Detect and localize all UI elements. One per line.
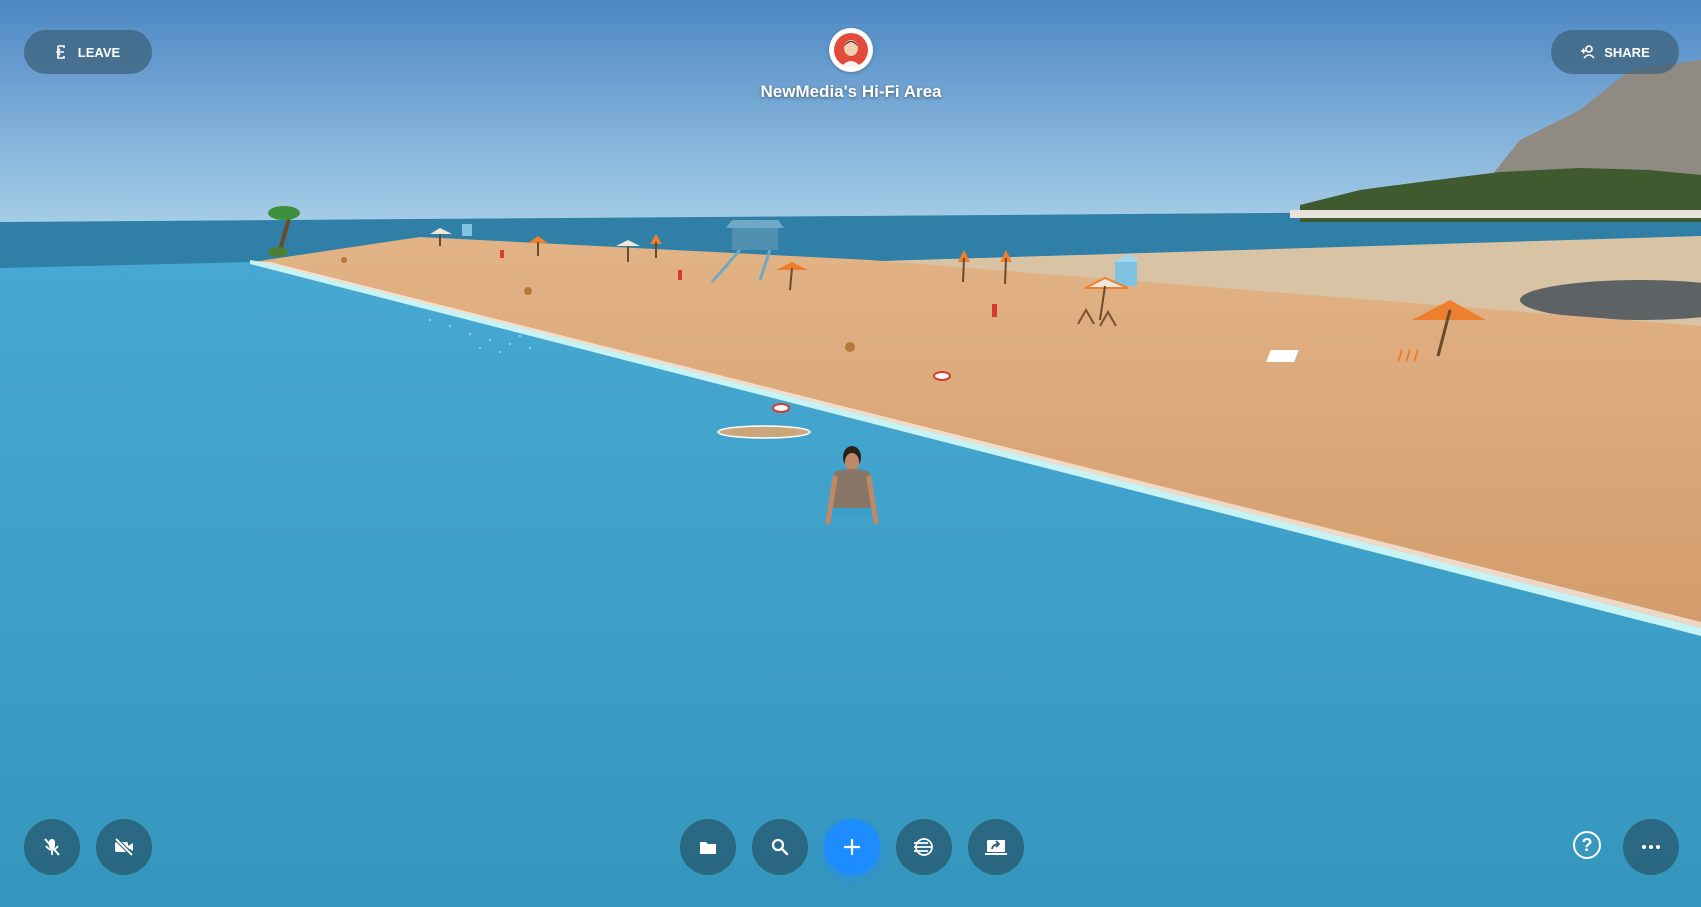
red-bottle xyxy=(500,250,504,258)
red-bottle xyxy=(678,270,682,280)
leave-button[interactable]: LEAVE xyxy=(24,30,152,74)
help-button[interactable]: ? xyxy=(1573,831,1601,859)
room-header: NewMedia's Hi-Fi Area xyxy=(650,28,1052,102)
files-button[interactable] xyxy=(680,819,736,875)
share-button[interactable]: SHARE xyxy=(1551,30,1679,74)
plus-icon xyxy=(843,838,861,856)
town-strip xyxy=(1290,210,1701,218)
leave-label: LEAVE xyxy=(77,44,121,60)
sand-toy xyxy=(524,287,532,295)
search-icon xyxy=(770,837,790,857)
more-options-button[interactable] xyxy=(1623,819,1679,875)
add-button[interactable] xyxy=(824,819,880,875)
mic-toggle-button[interactable] xyxy=(24,819,80,875)
user-avatar[interactable] xyxy=(829,28,873,72)
surfboard xyxy=(717,425,811,439)
camera-off-icon xyxy=(113,837,135,857)
folder-icon xyxy=(698,838,718,856)
add-person-icon xyxy=(1580,45,1596,59)
screen-share-icon xyxy=(984,837,1008,857)
sand-toy xyxy=(845,342,855,352)
red-bottle xyxy=(992,304,997,317)
leave-icon xyxy=(55,45,70,59)
beach-3d-scene[interactable] xyxy=(0,0,1701,907)
mic-off-icon xyxy=(42,837,62,857)
search-button[interactable] xyxy=(752,819,808,875)
spatial-audio-icon xyxy=(912,836,936,858)
life-ring xyxy=(772,403,790,413)
room-title: NewMedia's Hi-Fi Area xyxy=(760,82,942,101)
palm-leaves xyxy=(268,206,300,220)
more-dots-icon xyxy=(1641,844,1661,850)
life-ring xyxy=(933,371,951,381)
camera-toggle-button[interactable] xyxy=(96,819,152,875)
screen-share-button[interactable] xyxy=(968,819,1024,875)
spatial-audio-button[interactable] xyxy=(896,819,952,875)
question-icon: ? xyxy=(1581,834,1593,855)
share-label: SHARE xyxy=(1604,44,1650,60)
